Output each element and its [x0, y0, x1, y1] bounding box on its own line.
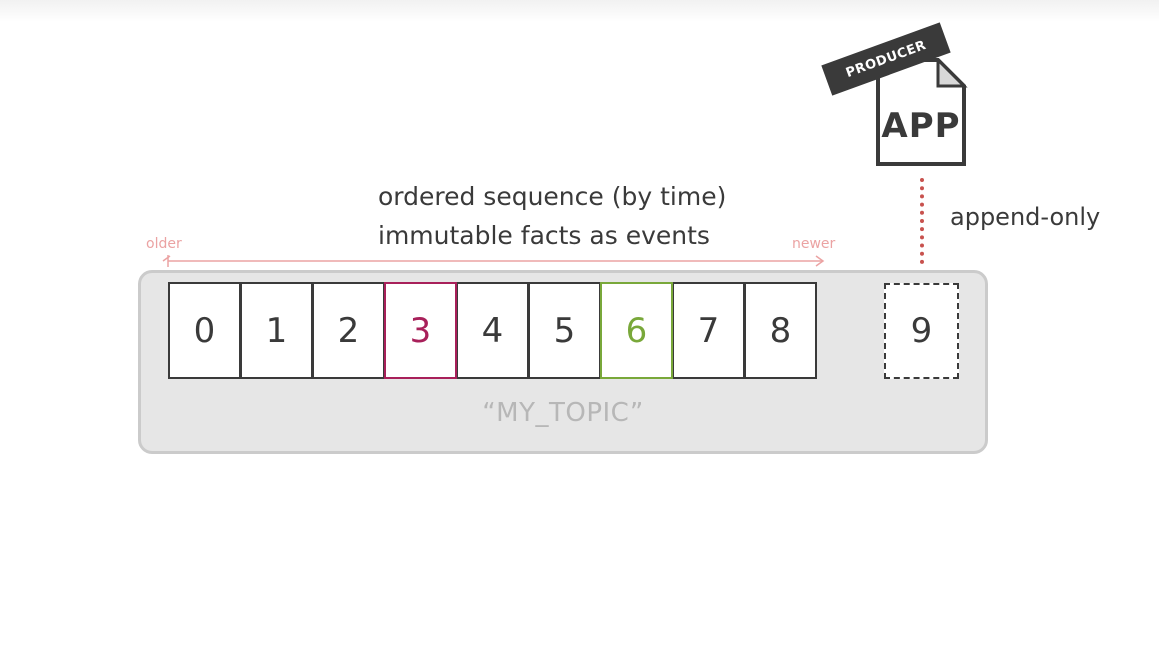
description-line-2: immutable facts as events: [378, 221, 710, 250]
axis-newer-label: newer: [792, 236, 836, 252]
log-description: ordered sequence (by time) immutable fac…: [378, 177, 726, 255]
log-cell-5: 5: [528, 282, 601, 379]
log-cell-3: 3: [384, 282, 457, 379]
append-only-label: append-only: [950, 203, 1101, 231]
top-shade: [0, 0, 1159, 22]
log-cell-6: 6: [600, 282, 673, 379]
log-cell-4: 4: [456, 282, 529, 379]
app-label: APP: [881, 106, 961, 146]
time-axis-arrow: [162, 255, 825, 267]
topic-name: “MY_TOPIC”: [482, 398, 644, 428]
pending-log-cell: 9: [884, 283, 959, 379]
log-cells: 012345678: [168, 282, 817, 379]
log-cell-1: 1: [240, 282, 313, 379]
log-cell-2: 2: [312, 282, 385, 379]
document-fold: [936, 58, 968, 88]
append-dotted-line: [920, 178, 924, 264]
log-cell-7: 7: [672, 282, 745, 379]
log-cell-0: 0: [168, 282, 241, 379]
log-cell-8: 8: [744, 282, 817, 379]
axis-older-label: older: [146, 236, 182, 252]
description-line-1: ordered sequence (by time): [378, 182, 727, 211]
